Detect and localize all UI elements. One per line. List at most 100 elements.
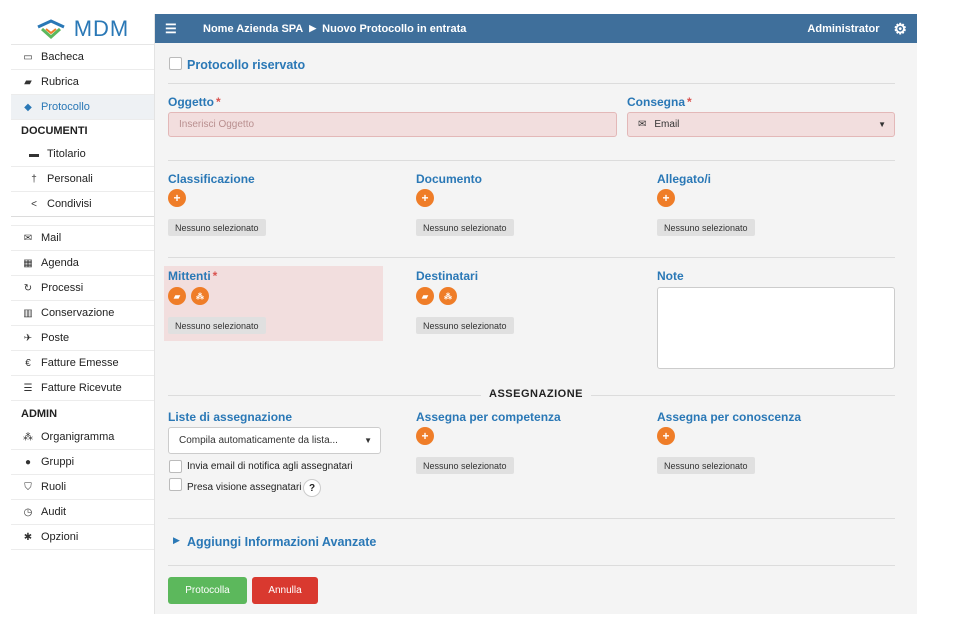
sidebar-item-label: Organigramma xyxy=(41,431,115,443)
menu-icon[interactable]: ☰ xyxy=(165,21,179,37)
mittenti-none-tag: Nessuno selezionato xyxy=(168,317,266,334)
envelope-icon: ✉ xyxy=(23,232,33,244)
shield-icon: ⛉ xyxy=(24,481,32,493)
protocolla-button[interactable]: Protocolla xyxy=(168,577,247,604)
sidebar: MDM ▭ Bacheca ▰ Rubrica ◆ Protocollo DOCUME… xyxy=(11,14,155,614)
conoscenza-label: Assegna per conoscenza xyxy=(657,410,802,424)
book-icon: ▰ xyxy=(421,291,429,301)
sitemap-icon: ⁂ xyxy=(23,431,33,443)
euro-icon: € xyxy=(25,357,31,369)
sidebar-section-documenti: DOCUMENTI xyxy=(21,125,88,137)
avanzate-toggle[interactable]: Aggiungi Informazioni Avanzate xyxy=(187,535,376,549)
consegna-value: Email xyxy=(654,119,680,130)
list-icon: ☰ xyxy=(23,382,33,394)
sidebar-item-poste[interactable]: ✈ Poste xyxy=(11,326,154,351)
sidebar-item-label: Processi xyxy=(41,282,84,294)
destinatari-none-tag: Nessuno selezionato xyxy=(416,317,514,334)
expand-caret-icon[interactable]: ▶ xyxy=(173,535,180,546)
sidebar-section-admin: ADMIN xyxy=(21,408,58,420)
sidebar-item-personali[interactable]: † Personali xyxy=(11,167,154,192)
breadcrumb-company[interactable]: Nome Azienda SPA xyxy=(203,23,303,35)
destinatari-organigramma-button[interactable]: ⁂ xyxy=(439,287,457,305)
sidebar-item-opzioni[interactable]: ✱ Opzioni xyxy=(11,525,154,550)
oggetto-input[interactable]: Inserisci Oggetto xyxy=(168,112,617,137)
user-name[interactable]: Administrator xyxy=(807,23,879,35)
conoscenza-none-tag: Nessuno selezionato xyxy=(657,457,755,474)
sidebar-item-protocollo[interactable]: ◆ Protocollo xyxy=(11,95,154,120)
destinatari-rubrica-button[interactable]: ▰ xyxy=(416,287,434,305)
mittenti-organigramma-button[interactable]: ⁂ xyxy=(191,287,209,305)
required-mark: * xyxy=(212,269,218,283)
sidebar-item-gruppi[interactable]: ● Gruppi xyxy=(11,450,154,475)
sidebar-item-ruoli[interactable]: ⛉ Ruoli xyxy=(11,475,154,500)
add-competenza-button[interactable]: + xyxy=(416,427,434,445)
allegato-label: Allegato/i xyxy=(657,172,712,186)
person-icon: † xyxy=(31,173,37,185)
sidebar-item-label: Mail xyxy=(41,232,62,244)
liste-value: Compila automaticamente da lista... xyxy=(179,435,338,446)
note-textarea[interactable] xyxy=(657,287,895,369)
calendar-icon: ▦ xyxy=(23,257,33,269)
sidebar-item-fatture-emesse[interactable]: € Fatture Emesse xyxy=(11,351,154,376)
divider xyxy=(168,160,895,161)
add-allegato-button[interactable]: + xyxy=(657,189,675,207)
sitemap-icon: ⁂ xyxy=(196,291,204,301)
competenza-label: Assegna per competenza xyxy=(416,410,561,424)
riservato-label: Protocollo riservato xyxy=(187,58,306,72)
annulla-button[interactable]: Annulla xyxy=(252,577,318,604)
monitor-icon: ▭ xyxy=(23,51,33,63)
sidebar-item-conservazione[interactable]: ▥ Conservazione xyxy=(11,301,154,326)
sidebar-item-bacheca[interactable]: ▭ Bacheca xyxy=(11,45,154,70)
plane-icon: ✈ xyxy=(23,332,33,344)
sidebar-item-label: Rubrica xyxy=(41,76,79,88)
clock-icon: ◷ xyxy=(23,506,33,518)
bank-icon: ▥ xyxy=(23,307,33,319)
sidebar-item-label: Personali xyxy=(47,173,93,185)
sidebar-item-titolario[interactable]: ▬ Titolario xyxy=(11,142,154,167)
sidebar-item-agenda[interactable]: ▦ Agenda xyxy=(11,251,154,276)
classificazione-none-tag: Nessuno selezionato xyxy=(168,219,266,236)
sidebar-item-label: Fatture Ricevute xyxy=(41,382,122,394)
sidebar-item-mail[interactable]: ✉ Mail xyxy=(11,225,154,251)
add-classificazione-button[interactable]: + xyxy=(168,189,186,207)
top-bar: ☰ Nome Azienda SPA ▶ Nuovo Protocollo in… xyxy=(155,14,917,43)
mittenti-rubrica-button[interactable]: ▰ xyxy=(168,287,186,305)
sidebar-item-fatture-ricevute[interactable]: ☰ Fatture Ricevute xyxy=(11,376,154,401)
allegato-none-tag: Nessuno selezionato xyxy=(657,219,755,236)
divider xyxy=(168,518,895,519)
sidebar-item-rubrica[interactable]: ▰ Rubrica xyxy=(11,70,154,95)
consegna-select[interactable]: ✉ Email ▼ xyxy=(627,112,895,137)
assegnazione-header: ASSEGNAZIONE xyxy=(481,388,592,400)
sidebar-item-condivisi[interactable]: < Condivisi xyxy=(11,192,154,217)
help-icon[interactable]: ? xyxy=(303,479,321,497)
documento-label: Documento xyxy=(416,172,482,186)
refresh-icon: ↻ xyxy=(23,282,33,294)
sidebar-item-label: Bacheca xyxy=(41,51,84,63)
sidebar-item-label: Ruoli xyxy=(41,481,67,493)
add-conoscenza-button[interactable]: + xyxy=(657,427,675,445)
settings-gear-icon[interactable]: ⚙ xyxy=(894,20,907,38)
oggetto-label-text: Oggetto xyxy=(168,95,214,109)
presa-visione-checkbox[interactable] xyxy=(169,478,182,491)
sidebar-item-processi[interactable]: ↻ Processi xyxy=(11,276,154,301)
invia-email-checkbox[interactable] xyxy=(169,460,182,473)
divider xyxy=(168,83,895,84)
add-documento-button[interactable]: + xyxy=(416,189,434,207)
share-icon: < xyxy=(31,198,37,210)
sidebar-item-organigramma[interactable]: ⁂ Organigramma xyxy=(11,425,154,450)
tag-icon: ◆ xyxy=(24,101,32,113)
logo[interactable]: MDM xyxy=(11,14,154,45)
caret-down-icon: ▼ xyxy=(364,436,372,445)
liste-label: Liste di assegnazione xyxy=(168,410,293,424)
liste-select[interactable]: Compila automaticamente da lista... ▼ xyxy=(168,427,381,454)
sidebar-item-label: Agenda xyxy=(41,257,79,269)
sidebar-item-label: Condivisi xyxy=(47,198,92,210)
riservato-checkbox[interactable] xyxy=(169,57,182,70)
competenza-none-tag: Nessuno selezionato xyxy=(416,457,514,474)
main-content: Protocollo riservato Oggetto * Inserisci … xyxy=(155,43,917,614)
divider xyxy=(168,565,895,566)
users-icon: ● xyxy=(24,456,32,468)
sidebar-item-audit[interactable]: ◷ Audit xyxy=(11,500,154,525)
sidebar-item-label: Conservazione xyxy=(41,307,115,319)
sidebar-item-label: Titolario xyxy=(47,148,86,160)
